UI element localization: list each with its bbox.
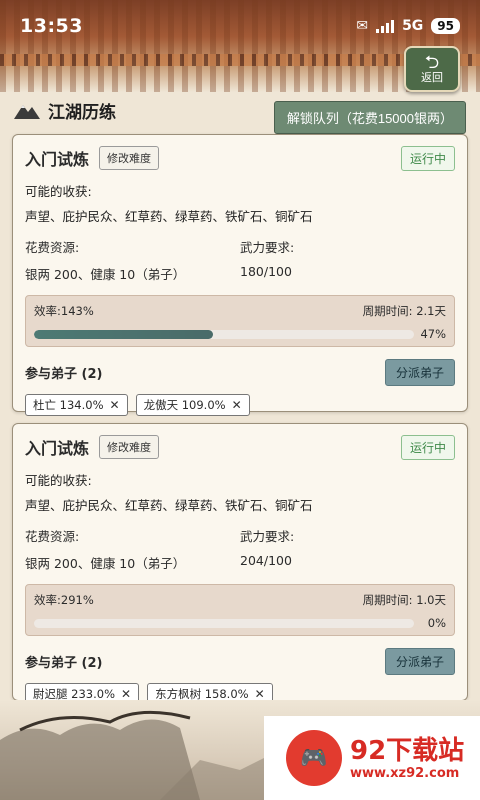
rewards-label: 可能的收获:	[25, 184, 92, 199]
cost-column: 花费资源: 银两 200、健康 10（弟子）	[25, 526, 240, 572]
page-header: 江湖历练 解锁队列（花费15000银两）	[14, 96, 466, 134]
disciple-name: 龙傲天 109.0%	[143, 398, 226, 412]
cost-value: 银两 200、健康 10（弟子）	[25, 267, 186, 282]
back-arrow-icon: ⮌	[424, 51, 440, 73]
status-badge: 运行中	[400, 434, 455, 460]
efficiency-text: 效率:143%	[34, 304, 94, 318]
wifi-icon: ✉	[356, 18, 369, 34]
progress-bar	[34, 618, 414, 628]
rewards-list: 声望、庇护民众、红草药、绿草药、铁矿石、铜矿石	[25, 498, 313, 513]
back-button[interactable]: ⮌ 返回	[404, 46, 460, 92]
card-title-group: 入门试炼 修改难度	[25, 146, 160, 170]
disciple-tag: 龙傲天 109.0% ✕	[135, 394, 250, 416]
system-icons: ✉ 5G 95	[356, 18, 460, 34]
requirements: 花费资源: 银两 200、健康 10（弟子） 武力要求: 180/100	[25, 237, 455, 283]
disciple-name: 杜亡 134.0%	[33, 398, 104, 412]
force-label: 武力要求:	[240, 240, 295, 255]
training-card: 入门试炼 修改难度 运行中 可能的收获: 声望、庇护民众、红草药、绿草药、铁矿石…	[12, 423, 468, 705]
force-column: 武力要求: 180/100	[240, 237, 455, 283]
modify-difficulty-button[interactable]: 修改难度	[99, 146, 160, 170]
efficiency-text: 效率:291%	[34, 593, 94, 607]
trial-title: 入门试炼	[25, 150, 90, 169]
modify-difficulty-button[interactable]: 修改难度	[99, 435, 160, 459]
card-header: 入门试炼 修改难度 运行中	[25, 434, 455, 460]
status-badge: 运行中	[400, 145, 455, 171]
cycle-time: 周期时间: 1.0天	[362, 593, 446, 607]
close-icon[interactable]: ✕	[255, 687, 265, 701]
cost-label: 花费资源:	[25, 240, 80, 255]
progress-percent: 0%	[427, 616, 446, 630]
page-title: 江湖历练	[48, 102, 116, 123]
disciples-title: 参与弟子 (2)	[25, 656, 103, 671]
close-icon[interactable]: ✕	[110, 398, 120, 412]
watermark-url: www.xz92.com	[350, 765, 460, 781]
requirements: 花费资源: 银两 200、健康 10（弟子） 武力要求: 204/100	[25, 526, 455, 572]
status-time: 13:53	[20, 15, 83, 37]
cost-value: 银两 200、健康 10（弟子）	[25, 556, 186, 571]
disciple-tag: 杜亡 134.0% ✕	[25, 394, 128, 416]
trial-title: 入门试炼	[25, 439, 90, 458]
force-value: 204/100	[240, 553, 292, 568]
rewards-list: 声望、庇护民众、红草药、绿草药、铁矿石、铜矿石	[25, 209, 313, 224]
progress-bar	[34, 329, 414, 339]
progress-percent: 47%	[420, 327, 446, 341]
watermark: 🎮 92下载站 www.xz92.com	[264, 716, 480, 800]
training-card: 入门试炼 修改难度 运行中 可能的收获: 声望、庇护民众、红草药、绿草药、铁矿石…	[12, 134, 468, 416]
network-type: 5G	[402, 18, 424, 34]
force-column: 武力要求: 204/100	[240, 526, 455, 572]
cycle-time: 周期时间: 2.1天	[362, 304, 446, 318]
cost-column: 花费资源: 银两 200、健康 10（弟子）	[25, 237, 240, 283]
efficiency-panel: 效率:291% 周期时间: 1.0天 0%	[25, 584, 455, 636]
close-icon[interactable]: ✕	[232, 398, 242, 412]
signal-icon	[376, 19, 395, 33]
close-icon[interactable]: ✕	[121, 687, 131, 701]
gamepad-icon: 🎮	[286, 730, 342, 786]
disciples-header: 参与弟子 (2) 分派弟子	[25, 648, 455, 675]
unlock-queue-button[interactable]: 解锁队列（花费15000银两）	[273, 100, 466, 134]
force-value: 180/100	[240, 264, 292, 279]
back-label: 返回	[421, 70, 443, 84]
card-title-group: 入门试炼 修改难度	[25, 435, 160, 459]
status-bar: 13:53 ✉ 5G 95	[0, 0, 480, 52]
card-header: 入门试炼 修改难度 运行中	[25, 145, 455, 171]
disciples-title: 参与弟子 (2)	[25, 367, 103, 382]
disciple-tags: 杜亡 134.0% ✕ 龙傲天 109.0% ✕	[25, 394, 455, 416]
mountain-icon	[14, 105, 40, 119]
progress-fill	[34, 329, 213, 339]
efficiency-panel: 效率:143% 周期时间: 2.1天 47%	[25, 295, 455, 347]
battery-indicator: 95	[431, 18, 460, 34]
cost-label: 花费资源:	[25, 529, 80, 544]
rewards-label: 可能的收获:	[25, 473, 92, 488]
assign-disciples-button[interactable]: 分派弟子	[384, 359, 455, 386]
disciples-header: 参与弟子 (2) 分派弟子	[25, 359, 455, 386]
force-label: 武力要求:	[240, 529, 295, 544]
assign-disciples-button[interactable]: 分派弟子	[384, 648, 455, 675]
watermark-brand: 92下载站	[350, 735, 465, 766]
title-group: 江湖历练	[14, 98, 116, 123]
